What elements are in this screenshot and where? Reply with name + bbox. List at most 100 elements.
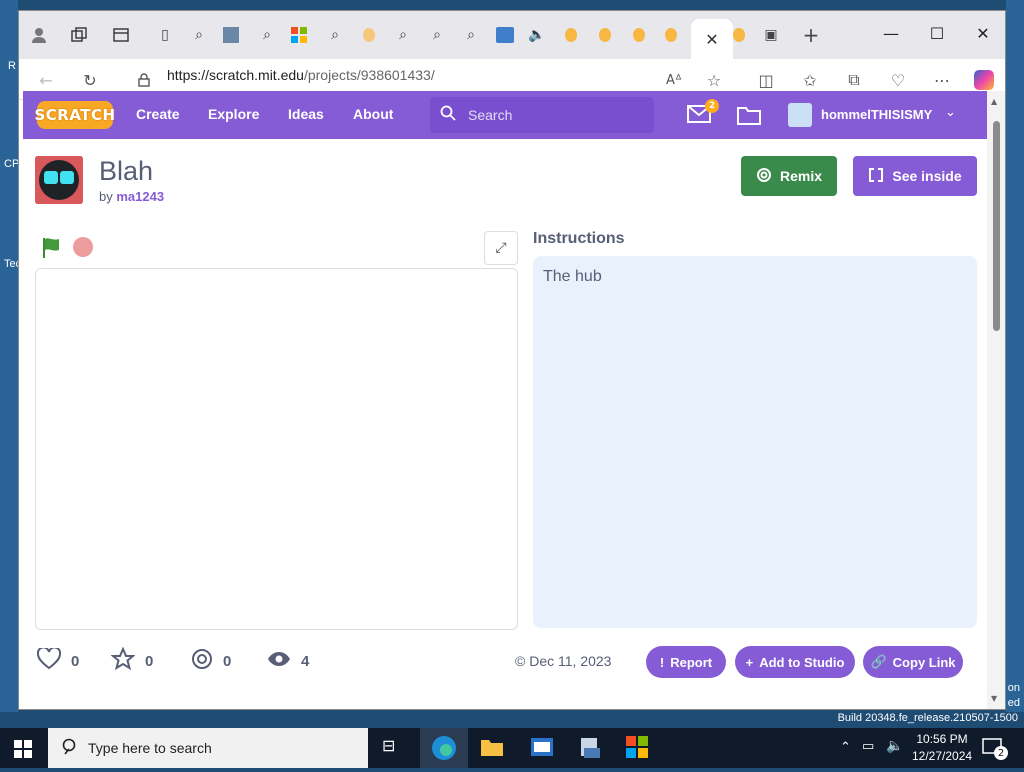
new-tab-plus-icon[interactable]: +	[801, 23, 821, 47]
project-byline: by ma1243	[99, 189, 164, 204]
collections-icon[interactable]: ⧉	[843, 69, 865, 91]
scroll-down-arrow-icon[interactable]: ▼	[991, 694, 997, 703]
network-icon[interactable]: ▭	[862, 739, 874, 754]
taskbar-search[interactable]: Type here to search	[48, 728, 368, 768]
fullscreen-icon[interactable]: ⤢	[484, 231, 518, 265]
remix-label: Remix	[779, 168, 823, 184]
more-menu-icon[interactable]: ⋯	[931, 69, 953, 91]
favorites-icon[interactable]: ✩	[799, 69, 821, 91]
notifications-icon[interactable]: 2	[982, 738, 1008, 760]
taskbar: Type here to search ⊟ ⌃ ▭ 🔈 10:56 PM 12/…	[0, 728, 1024, 768]
tab-group-icon[interactable]: ▣	[761, 25, 781, 45]
vertical-scrollbar[interactable]: ▲ ▼	[987, 91, 1005, 709]
search-tab-icon[interactable]: ⌕	[325, 25, 345, 45]
browser-essentials-icon[interactable]: ♡	[887, 69, 909, 91]
remix-button[interactable]: Remix	[741, 156, 837, 196]
microsoft-tab-icon[interactable]	[289, 25, 309, 45]
scratch-tab-icon[interactable]	[561, 25, 581, 45]
file-explorer-icon[interactable]	[480, 736, 504, 760]
star-icon	[110, 646, 136, 675]
tab-close-icon[interactable]: ✕	[705, 30, 718, 49]
scratch-logo[interactable]: SCRATCH	[34, 101, 115, 129]
taskbar-clock[interactable]: 10:56 PM 12/27/2024	[912, 731, 972, 765]
user-avatar[interactable]	[788, 103, 812, 127]
chevron-down-icon[interactable]: ⌄	[945, 105, 956, 120]
add-to-studio-label: Add to Studio	[759, 654, 845, 670]
search-tab-icon[interactable]: ⌕	[393, 25, 413, 45]
project-title[interactable]: Blah	[99, 156, 153, 187]
eye-icon	[267, 651, 291, 671]
love-stat[interactable]: 0	[36, 646, 79, 673]
outlook-tab-icon[interactable]	[495, 25, 515, 45]
desktop-icon-label: R	[8, 60, 16, 72]
message-count-badge: 2	[705, 99, 719, 113]
chevron-up-icon[interactable]: ⌃	[840, 740, 851, 755]
url-path: /projects/938601433/	[303, 67, 435, 83]
image-tab-icon[interactable]	[221, 25, 241, 45]
scratch-tab-icon[interactable]	[595, 25, 615, 45]
by-label: by	[99, 189, 113, 204]
tab-actions-icon[interactable]	[111, 25, 131, 45]
task-view-icon[interactable]: ⊟	[382, 736, 406, 760]
scratch-tab-icon[interactable]	[629, 25, 649, 45]
project-stage[interactable]	[35, 268, 518, 630]
green-flag-icon[interactable]	[41, 237, 63, 259]
add-to-studio-button[interactable]: + Add to Studio	[735, 646, 855, 678]
server-manager-icon[interactable]	[578, 736, 602, 760]
scroll-thumb[interactable]	[993, 121, 1000, 331]
search-tab-icon[interactable]: ⌕	[189, 25, 209, 45]
author-link[interactable]: ma1243	[116, 189, 164, 204]
share-date-value: Dec 11, 2023	[529, 653, 612, 669]
exclamation-icon: !	[659, 654, 665, 670]
username[interactable]: hommelTHISISMY	[821, 107, 932, 122]
audio-playing-icon[interactable]: 🔈	[527, 25, 547, 45]
search-tab-icon[interactable]: ⌕	[427, 25, 447, 45]
project-author-avatar[interactable]	[35, 156, 83, 204]
favorite-star-icon[interactable]: ☆	[703, 69, 725, 91]
remix-stat: 0	[191, 649, 231, 673]
search-icon	[62, 738, 80, 760]
copy-link-button[interactable]: 🔗 Copy Link	[863, 646, 963, 678]
scratch-tab-icon[interactable]	[661, 25, 681, 45]
nav-explore[interactable]: Explore	[208, 106, 259, 122]
nav-ideas[interactable]: Ideas	[288, 106, 324, 122]
page-tab-icon[interactable]: ▯	[155, 25, 175, 45]
scratch-tab-icon[interactable]	[729, 25, 749, 45]
instructions-heading: Instructions	[533, 230, 625, 247]
nav-about[interactable]: About	[353, 106, 393, 122]
app-icon[interactable]	[530, 736, 554, 760]
start-windows-icon[interactable]	[14, 740, 32, 762]
search-tab-icon[interactable]: ⌕	[257, 25, 277, 45]
windows-flag-icon[interactable]	[626, 736, 650, 760]
close-window-icon[interactable]: ✕	[963, 21, 1003, 45]
search-box[interactable]: Search	[430, 97, 654, 133]
clock-date: 12/27/2024	[912, 749, 973, 763]
refresh-icon[interactable]: ↻	[79, 69, 101, 91]
stop-sign-icon[interactable]	[73, 237, 93, 257]
split-screen-icon[interactable]: ◫	[755, 69, 777, 91]
desktop-icon-label: CP	[4, 158, 20, 170]
url-field[interactable]: https://scratch.mit.edu/projects/9386014…	[167, 67, 435, 83]
my-stuff-folder-icon[interactable]	[737, 105, 761, 129]
edge-taskbar-icon[interactable]	[420, 728, 468, 768]
favorite-stat[interactable]: 0	[110, 646, 153, 675]
search-input[interactable]: Search	[468, 107, 512, 123]
scroll-up-arrow-icon[interactable]: ▲	[991, 97, 997, 106]
see-inside-button[interactable]: See inside	[853, 156, 977, 196]
lock-icon[interactable]	[133, 69, 155, 91]
taskbar-search-input[interactable]: Type here to search	[88, 740, 212, 756]
workspaces-icon[interactable]	[69, 25, 89, 45]
maximize-icon[interactable]: ☐	[917, 21, 957, 45]
report-button[interactable]: ! Report	[646, 646, 726, 678]
minimize-icon[interactable]: —	[871, 21, 911, 45]
active-tab[interactable]: ✕	[691, 19, 733, 59]
copilot-icon[interactable]	[973, 69, 995, 91]
profile-icon[interactable]	[29, 25, 49, 45]
nav-create[interactable]: Create	[136, 106, 180, 122]
views-stat: 4	[267, 649, 309, 673]
back-arrow-icon[interactable]: ←	[35, 69, 57, 91]
read-aloud-icon[interactable]: Aᐞ	[663, 69, 685, 91]
search-tab-icon[interactable]: ⌕	[461, 25, 481, 45]
volume-muted-icon[interactable]: 🔈	[886, 738, 903, 754]
scratch-tab-icon[interactable]	[359, 25, 379, 45]
